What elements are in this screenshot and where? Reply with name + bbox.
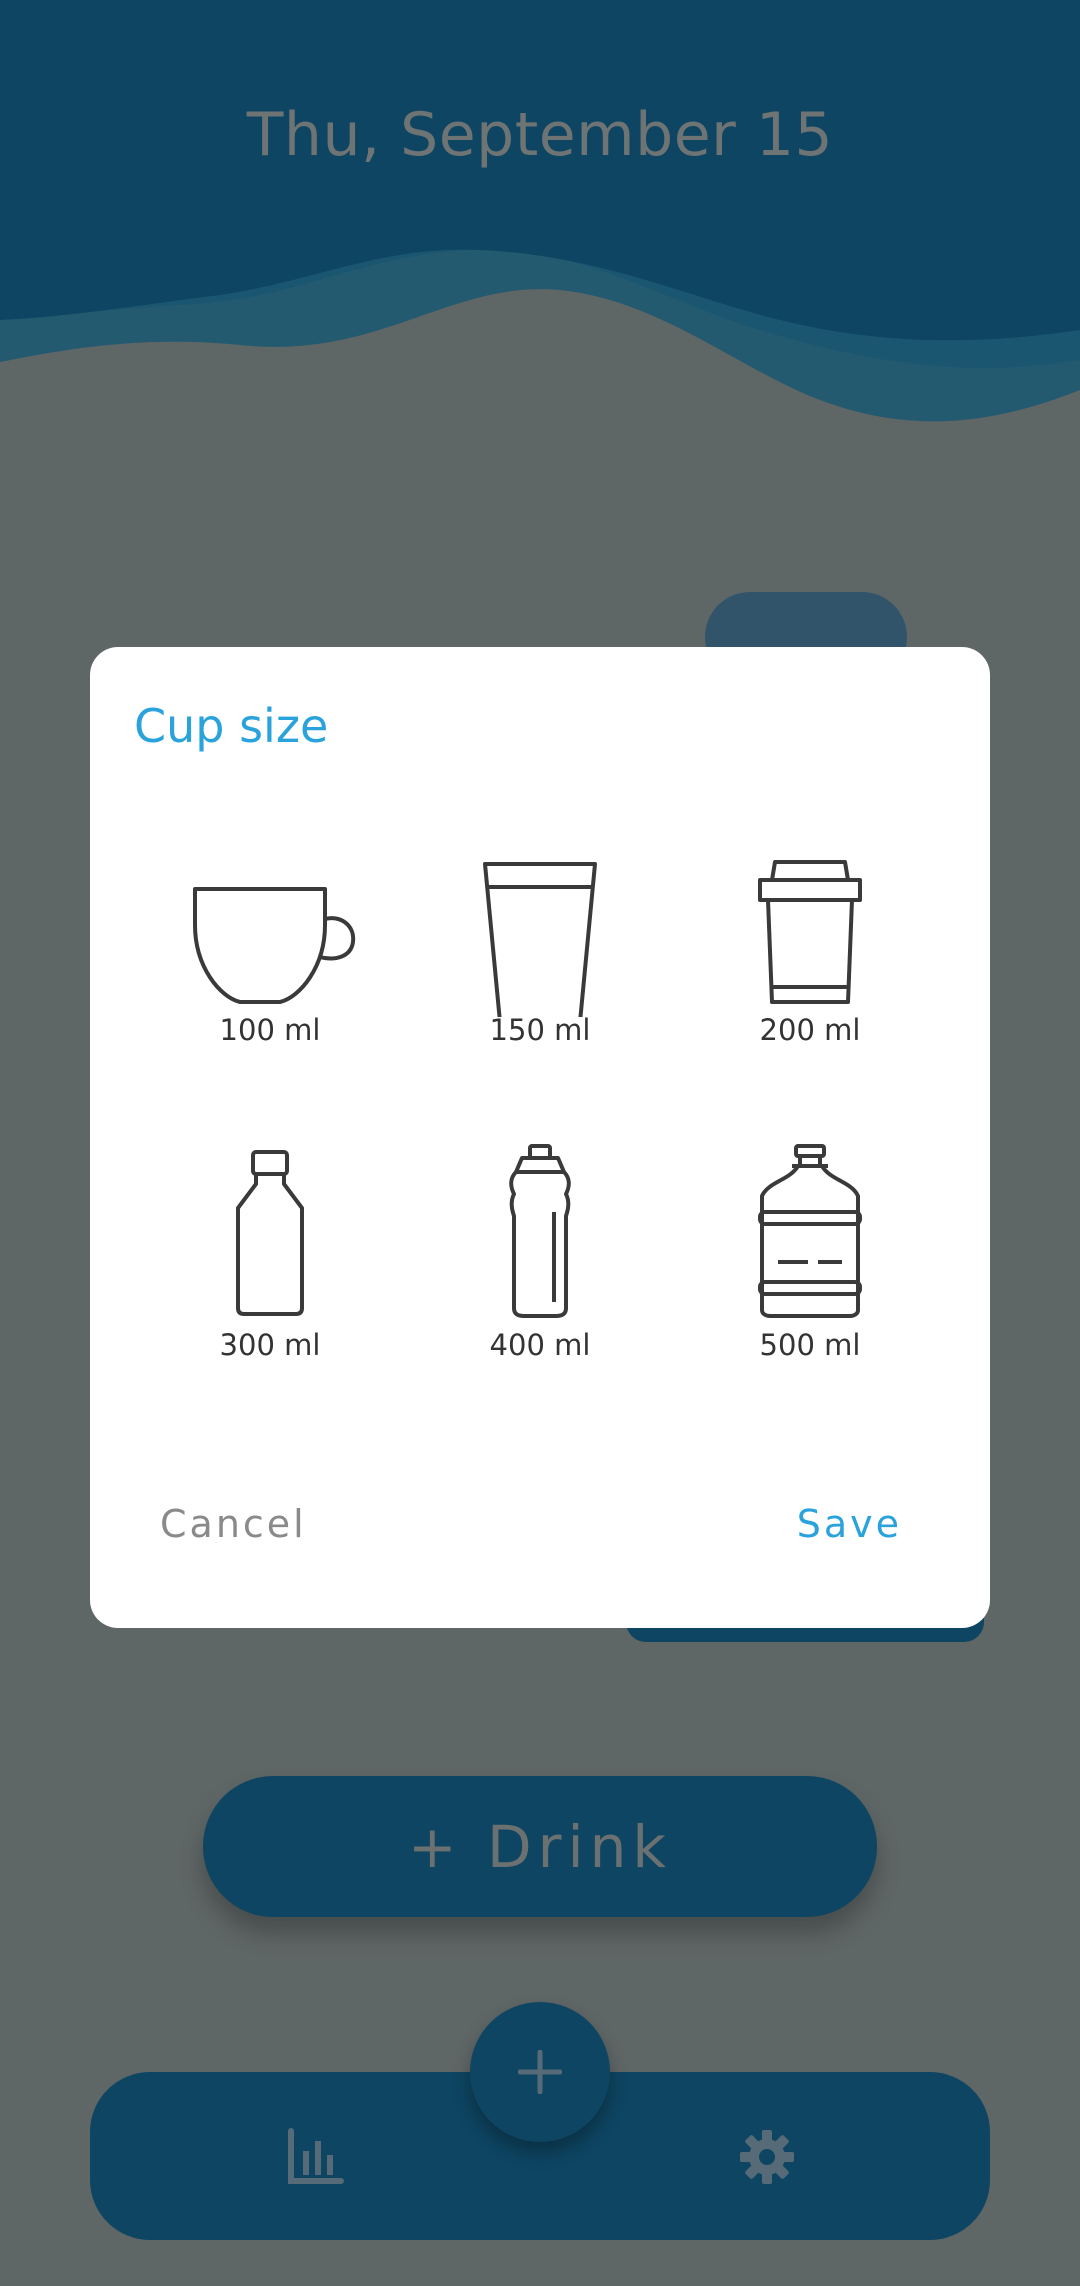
cup-label: 400 ml (489, 1328, 591, 1362)
dialog-title: Cup size (134, 699, 329, 753)
plus-icon (518, 2050, 562, 2094)
cup-label: 150 ml (489, 1013, 591, 1047)
cup-label: 500 ml (759, 1328, 861, 1362)
cup-option-200[interactable]: 200 ml (675, 847, 945, 1107)
add-fab-button[interactable] (470, 2002, 610, 2142)
cup-label: 200 ml (759, 1013, 861, 1047)
date-title: Thu, September 15 (246, 100, 834, 170)
cup-option-300[interactable]: 300 ml (135, 1142, 405, 1402)
cup-option-400[interactable]: 400 ml (405, 1142, 675, 1402)
add-drink-button[interactable]: + Drink (203, 1776, 877, 1917)
bar-chart-icon[interactable] (285, 2127, 345, 2187)
gear-icon[interactable] (738, 2128, 796, 2186)
coffee-cup-icon (193, 887, 356, 1004)
cup-size-dialog: Cup size 100 ml 150 ml 200 ml 300 ml 400… (90, 647, 990, 1628)
sports-bottle-icon (509, 1144, 571, 1318)
cup-option-500[interactable]: 500 ml (675, 1142, 945, 1402)
water-jug-icon (758, 1144, 862, 1318)
cup-label: 300 ml (219, 1328, 321, 1362)
cancel-button[interactable]: Cancel (160, 1502, 307, 1546)
save-button[interactable]: Save (797, 1502, 902, 1546)
cup-label: 100 ml (219, 1013, 321, 1047)
header-wave-background (0, 0, 1080, 440)
takeaway-cup-icon (758, 860, 862, 1004)
cup-option-150[interactable]: 150 ml (405, 847, 675, 1107)
glass-icon (483, 862, 597, 1017)
cup-option-100[interactable]: 100 ml (135, 847, 405, 1107)
bottle-icon (236, 1150, 304, 1316)
